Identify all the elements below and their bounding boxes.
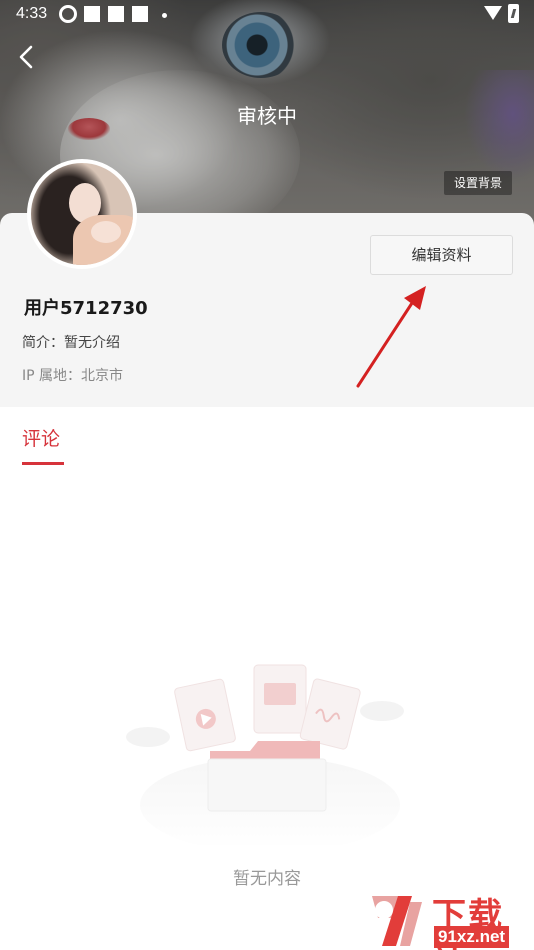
notification-icon: [108, 6, 124, 22]
bio-text: 简介：暂无介绍: [22, 335, 120, 351]
ip-location-text: IP 属地：北京市: [22, 368, 124, 384]
more-notifications-dot-icon: [162, 13, 167, 18]
back-button[interactable]: [10, 40, 44, 74]
notification-icon: [132, 6, 148, 22]
edit-profile-button[interactable]: 编辑资料: [370, 235, 513, 275]
battery-charging-icon: [508, 4, 519, 23]
page-title: 审核中: [237, 104, 297, 128]
browser-notification-icon: [59, 5, 77, 23]
tab-comments[interactable]: 评论: [22, 424, 60, 451]
notification-icon: [84, 6, 100, 22]
watermark-logo-icon: [372, 896, 422, 946]
watermark-domain: 91xz.net: [434, 926, 510, 948]
avatar[interactable]: [27, 159, 137, 269]
wifi-icon: [484, 6, 502, 20]
status-bar: 4:33: [0, 0, 534, 30]
empty-state-text: 暂无内容: [233, 869, 301, 889]
set-background-button[interactable]: 设置背景: [444, 171, 512, 195]
back-chevron-icon: [19, 45, 33, 69]
empty-folder-icon: [126, 664, 404, 845]
username: 用户5712730: [24, 298, 148, 319]
site-watermark: 下载站 91xz.net: [362, 888, 534, 950]
tab-active-indicator: [22, 462, 64, 465]
status-time: 4:33: [16, 5, 48, 22]
avatar-photo-detail: [91, 221, 121, 243]
